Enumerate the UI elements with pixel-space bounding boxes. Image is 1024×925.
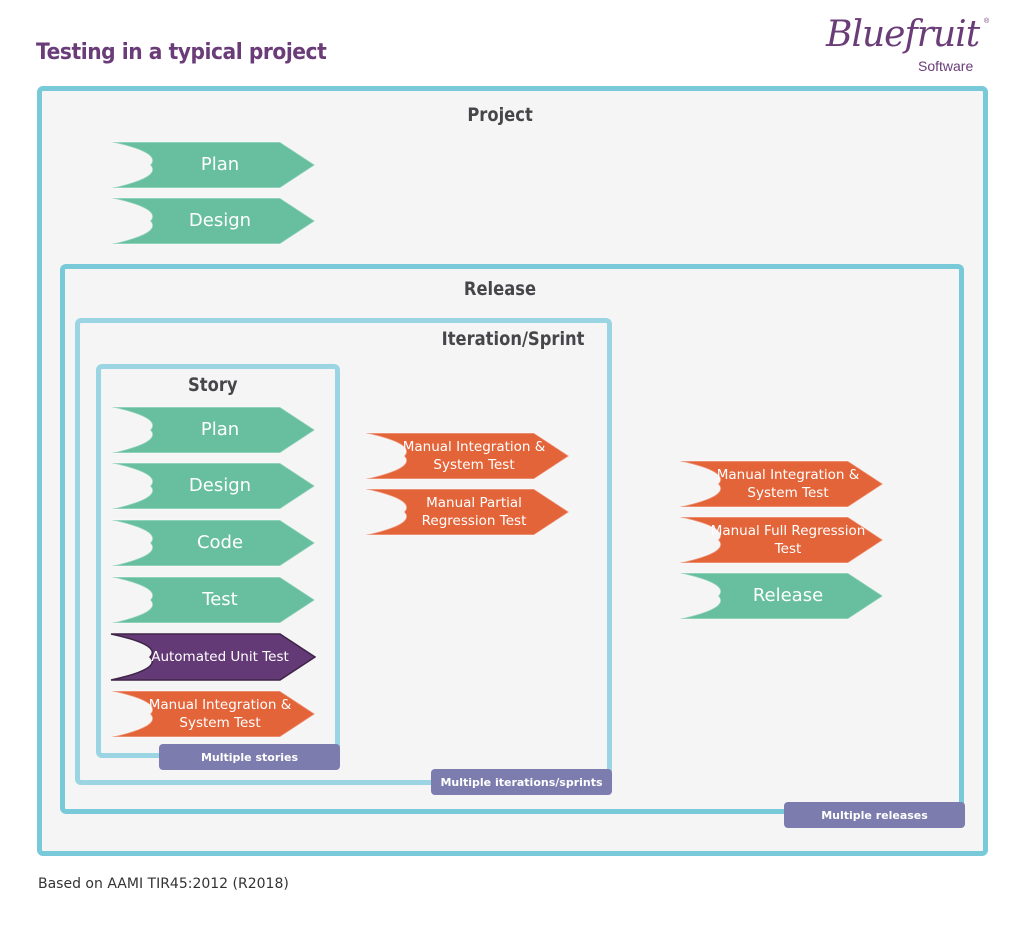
- multiple-iterations-tag: Multiple iterations/sprints: [431, 769, 612, 795]
- source-footnote: Based on AAMI TIR45:2012 (R2018): [38, 876, 289, 892]
- project-step-plan: Plan: [110, 141, 316, 189]
- step-label: Test: [202, 589, 238, 610]
- multiple-releases-tag: Multiple releases: [784, 802, 965, 828]
- release-step-manual-full-regression-test: Manual Full Regression Test: [678, 516, 884, 564]
- step-label: Manual Partial Regression Test: [421, 495, 527, 529]
- registered-mark: ®: [984, 18, 990, 25]
- step-label: Code: [196, 532, 244, 553]
- step-label: Manual Integration & System Test: [402, 439, 546, 473]
- iteration-label: Iteration/Sprint: [441, 328, 585, 350]
- step-label: Manual Integration & System Test: [716, 467, 860, 501]
- logo-subtitle: Software: [918, 58, 974, 74]
- step-label: Design: [188, 210, 252, 231]
- step-label: Manual Full Regression Test: [710, 523, 866, 557]
- story-label: Story: [188, 374, 238, 396]
- project-label: Project: [467, 104, 533, 126]
- step-label: Plan: [200, 419, 240, 440]
- step-label: Release: [752, 585, 824, 606]
- release-step-release: Release: [678, 572, 884, 620]
- step-label: Design: [188, 475, 252, 496]
- multiple-stories-tag: Multiple stories: [159, 744, 340, 770]
- page-title: Testing in a typical project: [36, 40, 327, 65]
- iteration-step-manual-integration-system-test: Manual Integration & System Test: [364, 432, 570, 480]
- step-label: Automated Unit Test: [151, 649, 289, 665]
- story-step-code: Code: [110, 519, 316, 567]
- story-step-automated-unit-test: Automated Unit Test: [110, 633, 316, 681]
- story-step-manual-integration-system-test: Manual Integration & System Test: [110, 690, 316, 738]
- project-step-design: Design: [110, 197, 316, 245]
- release-step-manual-integration-system-test: Manual Integration & System Test: [678, 460, 884, 508]
- bluefruit-logo: Bluefruit ® Software: [826, 14, 996, 76]
- story-step-plan: Plan: [110, 406, 316, 454]
- iteration-step-manual-partial-regression-test: Manual Partial Regression Test: [364, 488, 570, 536]
- logo-wordmark: Bluefruit: [826, 14, 980, 55]
- story-step-test: Test: [110, 576, 316, 624]
- release-label: Release: [463, 278, 537, 300]
- step-label: Manual Integration & System Test: [148, 697, 292, 731]
- story-step-design: Design: [110, 462, 316, 510]
- step-label: Plan: [200, 154, 240, 175]
